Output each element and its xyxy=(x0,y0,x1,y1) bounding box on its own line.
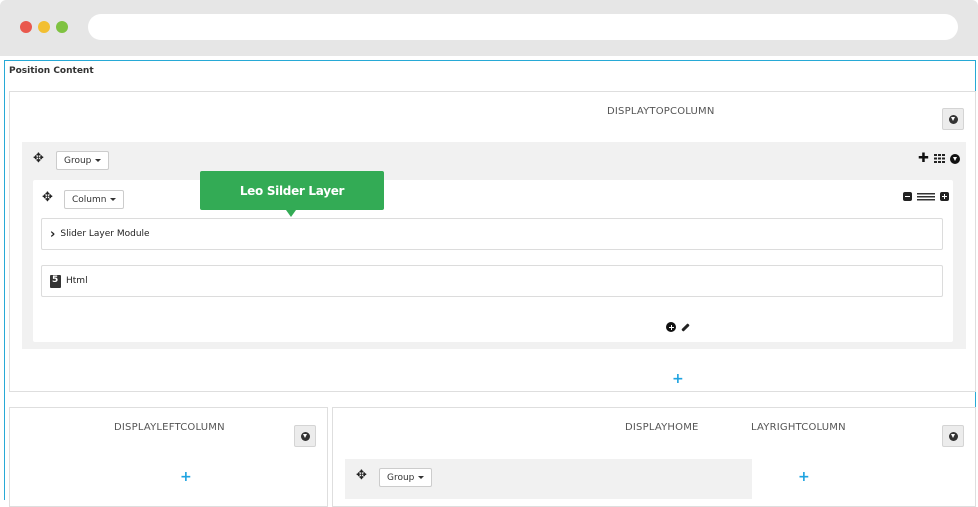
column-footer-tools xyxy=(666,322,690,332)
tooltip-arrow xyxy=(286,210,296,217)
position-label-top: DISPLAYTOPCOLUMN xyxy=(607,106,715,117)
position-options-button[interactable] xyxy=(942,108,964,130)
module-tooltip: Leo Silder Layer xyxy=(200,171,384,210)
chevron-down-circle-icon xyxy=(948,114,958,124)
column-width-icon[interactable] xyxy=(917,192,935,201)
pencil-icon[interactable] xyxy=(681,322,690,332)
position-options-button[interactable] xyxy=(942,425,964,447)
minimize-window-button[interactable] xyxy=(38,21,50,33)
group-row: ✥ Group xyxy=(345,459,752,499)
move-icon[interactable]: ✥ xyxy=(33,152,44,165)
decrease-width-icon[interactable] xyxy=(903,192,912,201)
html5-icon xyxy=(50,274,61,288)
caret-down-icon xyxy=(110,198,117,201)
module-name: Slider Layer Module xyxy=(60,229,150,239)
group-dropdown[interactable]: Group xyxy=(379,468,433,487)
caret-down-icon xyxy=(95,159,102,162)
module-name: Html xyxy=(66,276,88,286)
chevron-down-circle-icon xyxy=(300,431,310,441)
column-box: ✥ Column › Slider Layer Module 5 Html xyxy=(33,180,953,342)
add-column-icon[interactable]: ✚ xyxy=(918,151,929,166)
group-row: ✥ Group ✚ ✥ Column › Slider Layer Module… xyxy=(22,142,966,349)
position-content-panel: Position Content DISPLAYTOPCOLUMN ✥ Grou… xyxy=(4,60,976,507)
group-tools: ✚ xyxy=(918,151,960,166)
position-options-button[interactable] xyxy=(294,425,316,447)
close-window-button[interactable] xyxy=(20,21,32,33)
add-group-button[interactable]: + xyxy=(180,470,192,484)
browser-toolbar xyxy=(0,0,978,56)
position-top-panel: DISPLAYTOPCOLUMN ✥ Group ✚ ✥ Column › Sl… xyxy=(9,91,976,392)
group-dropdown-label: Group xyxy=(387,472,415,483)
position-label-home: DISPLAYHOME xyxy=(625,422,699,433)
chevron-right-icon: › xyxy=(50,226,56,242)
page-title: Position Content xyxy=(9,66,94,76)
add-module-icon[interactable] xyxy=(666,322,676,332)
add-group-button[interactable]: + xyxy=(798,470,810,484)
position-label-left: DISPLAYLEFTCOLUMN xyxy=(114,422,225,433)
add-group-button[interactable]: + xyxy=(672,372,684,386)
position-label-right: LAYRIGHTCOLUMN xyxy=(751,422,846,433)
address-bar[interactable] xyxy=(88,14,958,40)
increase-width-icon[interactable] xyxy=(940,192,949,201)
position-left-panel: DISPLAYLEFTCOLUMN + xyxy=(9,407,328,507)
group-dropdown[interactable]: Group xyxy=(56,151,110,170)
column-tools xyxy=(903,192,949,201)
group-dropdown-label: Group xyxy=(64,155,92,166)
chevron-down-circle-icon xyxy=(948,431,958,441)
column-dropdown-label: Column xyxy=(72,194,107,205)
caret-down-icon xyxy=(418,476,425,479)
module-item[interactable]: Html xyxy=(41,265,943,297)
maximize-window-button[interactable] xyxy=(56,21,68,33)
move-icon[interactable]: ✥ xyxy=(42,191,53,204)
move-icon[interactable]: ✥ xyxy=(356,469,367,482)
position-home-panel: DISPLAYHOME LAYRIGHTCOLUMN ✥ Group + xyxy=(332,407,976,507)
browser-window: Position Content DISPLAYTOPCOLUMN ✥ Grou… xyxy=(0,0,978,507)
column-dropdown[interactable]: Column xyxy=(64,190,125,209)
module-item[interactable]: › Slider Layer Module xyxy=(41,218,943,250)
column-layout-icon[interactable] xyxy=(934,154,945,163)
group-options-icon[interactable] xyxy=(950,153,960,164)
